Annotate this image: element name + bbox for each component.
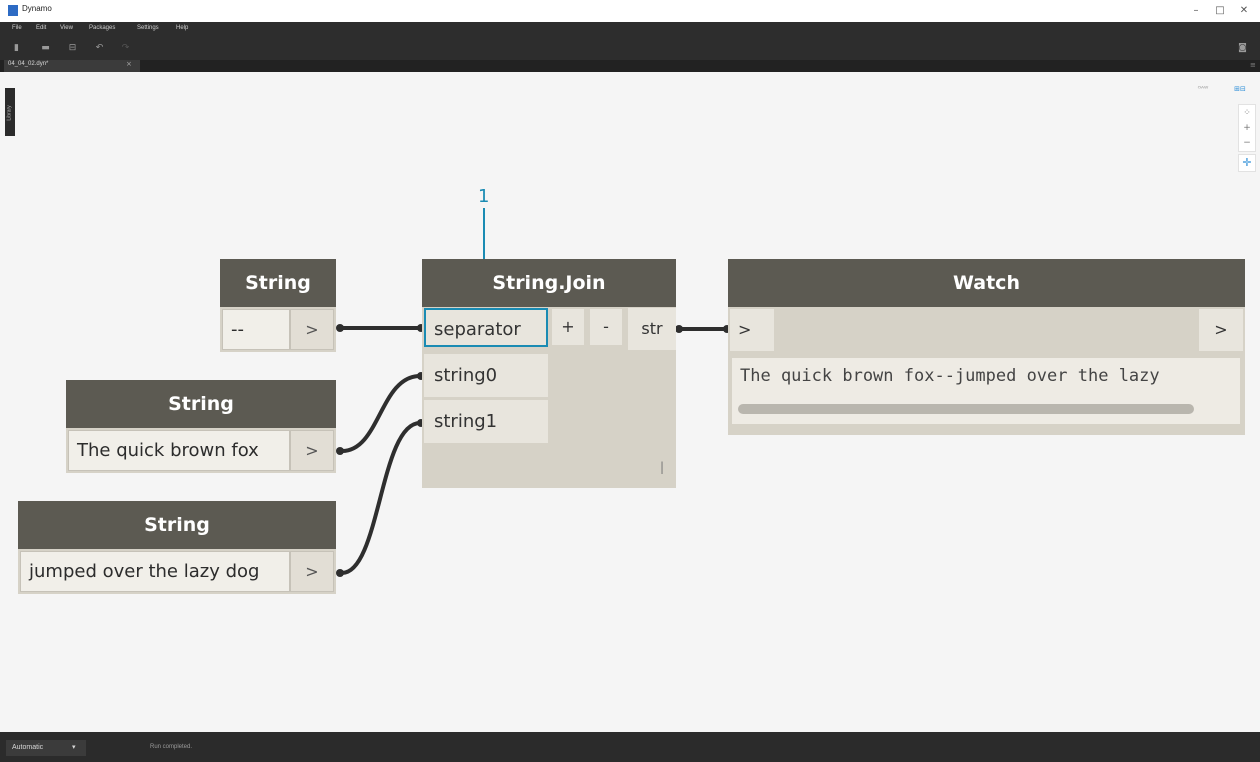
separator-input-port[interactable]: separator [424, 308, 548, 347]
string-node-b-title[interactable]: String [18, 501, 336, 549]
string-output-port[interactable]: > [290, 551, 334, 592]
wire-string0 [340, 374, 422, 453]
watch-node-title[interactable]: Watch [728, 259, 1245, 307]
remove-input-button[interactable]: - [590, 309, 622, 345]
string-node-separator-title[interactable]: String [220, 259, 336, 307]
port-dot [336, 447, 344, 455]
lacing-indicator: | [660, 460, 665, 474]
string-node-a-title[interactable]: String [66, 380, 336, 428]
watch-output-port[interactable]: > [1199, 309, 1243, 351]
watch-result-text: The quick brown fox--jumped over the laz… [740, 366, 1160, 386]
watch-result-panel: The quick brown fox--jumped over the laz… [732, 358, 1240, 424]
horizontal-scrollbar[interactable] [738, 404, 1194, 414]
add-input-button[interactable]: + [552, 309, 584, 345]
port-dot [336, 324, 344, 332]
string-join-node-title[interactable]: String.Join [422, 259, 676, 307]
string-output-port[interactable]: > [290, 309, 334, 350]
string1-input-port[interactable]: string1 [424, 400, 548, 443]
run-status-message: Run completed. [150, 744, 193, 750]
string-value-input[interactable]: jumped over the lazy dog [20, 551, 290, 592]
watch-input-port[interactable]: > [730, 309, 774, 351]
port-dot [675, 325, 683, 333]
string0-input-port[interactable]: string0 [424, 354, 548, 397]
string-value-input[interactable]: The quick brown fox [68, 430, 290, 471]
port-dot [336, 569, 344, 577]
str-output-port[interactable]: str [628, 308, 676, 350]
run-mode-dropdown[interactable]: Automatic ▾ [6, 740, 86, 756]
wire-string1 [340, 421, 422, 575]
string-value-input[interactable]: -- [222, 309, 290, 350]
run-mode-label: Automatic [12, 744, 44, 751]
annotation-number: 1 [478, 186, 490, 207]
string-output-port[interactable]: > [290, 430, 334, 471]
chevron-down-icon: ▾ [72, 744, 76, 751]
